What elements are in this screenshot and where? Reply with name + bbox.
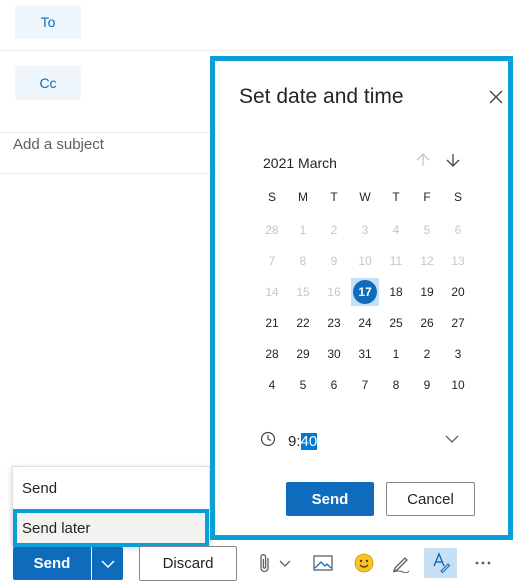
calendar-day[interactable]: 4 — [382, 216, 410, 244]
more-icon — [475, 561, 491, 565]
calendar-day[interactable]: 12 — [413, 247, 441, 275]
weekday-label: S — [267, 190, 276, 204]
calendar-day[interactable]: 28 — [258, 216, 286, 244]
calendar-day[interactable]: 26 — [413, 309, 441, 337]
calendar-day[interactable]: 13 — [444, 247, 472, 275]
send-button[interactable]: Send — [13, 547, 91, 580]
calendar-day[interactable]: 18 — [382, 278, 410, 306]
calendar-day[interactable]: 8 — [289, 247, 317, 275]
chevron-down-icon — [100, 559, 115, 568]
selected-day-number: 17 — [353, 280, 377, 304]
to-button[interactable]: To — [15, 5, 81, 39]
time-minute-selected: 40 — [300, 433, 318, 450]
discard-button[interactable]: Discard — [139, 546, 237, 581]
dialog-cancel-button[interactable]: Cancel — [386, 482, 475, 516]
calendar-day[interactable]: 15 — [289, 278, 317, 306]
time-picker[interactable]: 9:40 — [260, 429, 465, 455]
calendar-day[interactable]: 28 — [258, 340, 286, 368]
calendar-day[interactable]: 20 — [444, 278, 472, 306]
chevron-down-icon[interactable] — [444, 434, 460, 444]
calendar-day[interactable]: 24 — [351, 309, 379, 337]
calendar-day-selected[interactable]: 17 — [351, 278, 379, 306]
calendar-day[interactable]: 23 — [320, 309, 348, 337]
calendar-day[interactable]: 5 — [289, 371, 317, 399]
signature-pen-icon — [392, 557, 410, 573]
subject-input[interactable]: Add a subject — [13, 136, 104, 153]
calendar-day[interactable]: 9 — [413, 371, 441, 399]
to-row: To — [0, 0, 513, 51]
insert-picture-button[interactable] — [310, 548, 336, 578]
calendar-day[interactable]: 16 — [320, 278, 348, 306]
calendar-day[interactable]: 6 — [444, 216, 472, 244]
calendar-day[interactable]: 4 — [258, 371, 286, 399]
arrow-down-icon[interactable] — [442, 149, 464, 171]
calendar-day[interactable]: 7 — [258, 247, 286, 275]
send-options-button[interactable] — [92, 547, 123, 580]
calendar-day[interactable]: 31 — [351, 340, 379, 368]
calendar-day[interactable]: 14 — [258, 278, 286, 306]
formatting-button[interactable] — [424, 548, 457, 578]
weekday-label: T — [392, 190, 400, 204]
arrow-up-icon[interactable] — [412, 149, 434, 171]
calendar-day[interactable]: 3 — [444, 340, 472, 368]
weekday-label: T — [330, 190, 338, 204]
calendar-day[interactable]: 25 — [382, 309, 410, 337]
calendar-day[interactable]: 10 — [351, 247, 379, 275]
calendar-day[interactable]: 9 — [320, 247, 348, 275]
calendar-day[interactable]: 19 — [413, 278, 441, 306]
weekday-label: W — [359, 190, 371, 204]
menu-item-send-later[interactable]: Send later — [13, 509, 209, 547]
weekday-label: M — [298, 190, 308, 204]
dialog-title: Set date and time — [239, 85, 404, 108]
calendar-day[interactable]: 2 — [320, 216, 348, 244]
time-input[interactable]: 9:40 — [288, 433, 318, 450]
calendar-day[interactable]: 10 — [444, 371, 472, 399]
set-date-time-dialog: Set date and time 2021 March SMTWTFS 28 1… — [210, 56, 513, 540]
more-options-button[interactable] — [470, 548, 496, 578]
time-hour: 9: — [288, 433, 301, 450]
emoji-button[interactable] — [351, 548, 377, 578]
menu-item-send[interactable]: Send — [13, 469, 209, 507]
calendar-day[interactable]: 8 — [382, 371, 410, 399]
weekday-label: F — [423, 190, 431, 204]
calendar-day[interactable]: 22 — [289, 309, 317, 337]
weekday-label: S — [453, 190, 462, 204]
calendar-day[interactable]: 30 — [320, 340, 348, 368]
cc-button[interactable]: Cc — [15, 66, 81, 100]
calendar-day[interactable]: 1 — [382, 340, 410, 368]
clock-icon — [260, 431, 276, 447]
paperclip-icon — [260, 554, 269, 573]
calendar-day[interactable]: 7 — [351, 371, 379, 399]
calendar-day[interactable]: 1 — [289, 216, 317, 244]
emoji-icon — [354, 553, 374, 573]
close-icon[interactable] — [486, 87, 506, 107]
calendar-day[interactable]: 6 — [320, 371, 348, 399]
calendar-day[interactable]: 11 — [382, 247, 410, 275]
calendar-day[interactable]: 2 — [413, 340, 441, 368]
calendar-day[interactable]: 5 — [413, 216, 441, 244]
image-icon — [313, 555, 333, 571]
calendar-day[interactable]: 27 — [444, 309, 472, 337]
calendar-day[interactable]: 3 — [351, 216, 379, 244]
format-text-icon — [432, 552, 450, 574]
chevron-down-icon — [279, 560, 291, 567]
signature-button[interactable] — [388, 548, 414, 578]
calendar-day[interactable]: 21 — [258, 309, 286, 337]
send-options-menu: Send Send later — [12, 466, 210, 547]
attach-button[interactable] — [253, 548, 297, 578]
calendar-day[interactable]: 29 — [289, 340, 317, 368]
month-year-label: 2021 March — [263, 155, 337, 171]
dialog-send-button[interactable]: Send — [286, 482, 374, 516]
